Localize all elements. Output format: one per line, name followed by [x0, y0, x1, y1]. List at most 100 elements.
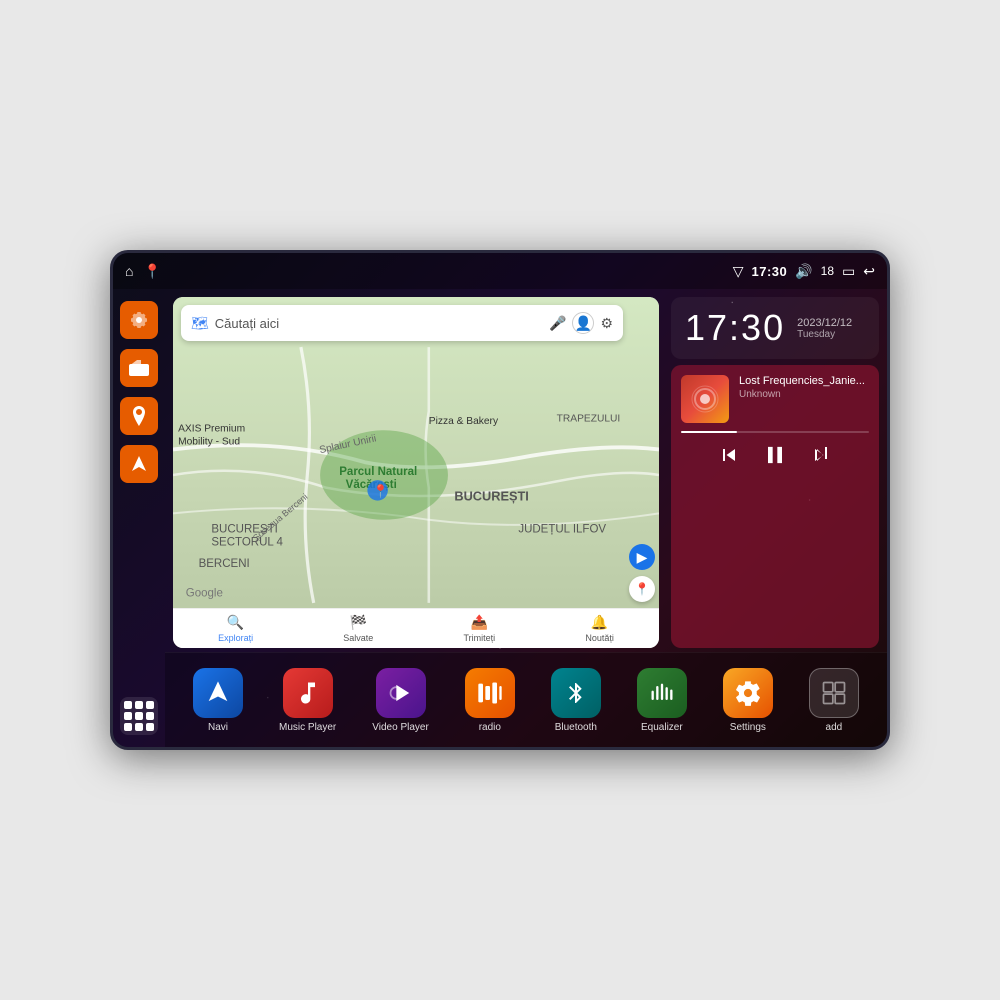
sidebar-settings-btn[interactable] [120, 301, 158, 339]
map-tab-explore-label: Explorați [218, 633, 253, 643]
sidebar-grid-btn[interactable] [120, 697, 158, 735]
battery-icon: ▭ [842, 263, 855, 280]
svg-text:Șoseaua Berceni: Șoseaua Berceni [251, 492, 310, 543]
sidebar-top [120, 301, 158, 483]
status-left: ⌂ 📍 [125, 263, 161, 280]
svg-text:📍: 📍 [373, 483, 389, 498]
wifi-icon: ▽ [733, 263, 744, 280]
status-time: 17:30 [751, 264, 787, 279]
map-background: 🗺 Căutați aici 🎤 👤 ⚙ [173, 297, 659, 648]
volume-icon[interactable]: 🔊 [795, 263, 812, 280]
status-bar: ⌂ 📍 ▽ 17:30 🔊 18 ▭ ↩ [113, 253, 887, 289]
send-icon: 📤 [471, 614, 488, 631]
app-item-bluetooth[interactable]: Bluetooth [545, 664, 607, 737]
music-info: Lost Frequencies_Janie... Unknown [681, 375, 869, 423]
app-icon-music-player [283, 668, 333, 718]
app-item-settings[interactable]: Settings [717, 664, 779, 737]
clock-date: 2023/12/12 Tuesday [797, 317, 852, 340]
svg-text:Google: Google [186, 588, 223, 600]
location-pin-icon[interactable]: 📍 [143, 263, 160, 280]
app-icon-settings [723, 668, 773, 718]
svg-text:Parcul Natural: Parcul Natural [339, 466, 417, 478]
app-icon-radio [465, 668, 515, 718]
sidebar-files-btn[interactable] [120, 349, 158, 387]
svg-text:BUCUREȘTI: BUCUREȘTI [454, 489, 528, 504]
app-grid: Navi Music Player [165, 652, 887, 747]
signal-strength: 18 [821, 264, 834, 278]
svg-text:SECTORUL 4: SECTORUL 4 [211, 536, 283, 548]
album-art-inner [681, 375, 729, 423]
map-area: 🗺 Căutați aici 🎤 👤 ⚙ [165, 289, 667, 652]
music-controls [681, 441, 869, 469]
play-pause-button[interactable] [761, 441, 789, 469]
explore-icon: 🔍 [227, 614, 244, 631]
app-label-equalizer: Equalizer [641, 722, 683, 733]
sidebar [113, 289, 165, 747]
music-progress-fill [681, 431, 737, 433]
next-button[interactable] [809, 443, 833, 467]
back-icon[interactable]: ↩ [863, 263, 875, 280]
music-title: Lost Frequencies_Janie... [739, 375, 869, 387]
map-tab-send[interactable]: 📤 Trimiteți [464, 614, 496, 643]
map-tab-news[interactable]: 🔔 Noutăți [585, 614, 614, 643]
upper-section: 🗺 Căutați aici 🎤 👤 ⚙ [165, 289, 887, 652]
profile-icon[interactable]: 👤 [572, 312, 594, 334]
app-item-equalizer[interactable]: Equalizer [631, 664, 693, 737]
app-label-radio: radio [479, 722, 501, 733]
music-details: Lost Frequencies_Janie... Unknown [739, 375, 869, 400]
car-head-unit: ⌂ 📍 ▽ 17:30 🔊 18 ▭ ↩ [110, 250, 890, 750]
app-item-video-player[interactable]: Video Player [366, 664, 435, 737]
app-label-navi: Navi [208, 722, 228, 733]
svg-text:AXIS Premium: AXIS Premium [178, 424, 245, 435]
music-player-widget: Lost Frequencies_Janie... Unknown [671, 365, 879, 648]
map-search-bar[interactable]: 🗺 Căutați aici 🎤 👤 ⚙ [181, 305, 623, 341]
app-label-add: add [826, 722, 843, 733]
svg-text:BERCENI: BERCENI [199, 558, 250, 570]
news-icon: 🔔 [591, 614, 608, 631]
app-item-navi[interactable]: Navi [187, 664, 249, 737]
app-label-bluetooth: Bluetooth [555, 722, 597, 733]
sidebar-maps-btn[interactable] [120, 397, 158, 435]
app-item-add[interactable]: add [803, 664, 865, 737]
app-label-video-player: Video Player [372, 722, 429, 733]
map-tab-send-label: Trimiteți [464, 633, 496, 643]
app-icon-add [809, 668, 859, 718]
app-item-radio[interactable]: radio [459, 664, 521, 737]
home-icon[interactable]: ⌂ [125, 263, 133, 279]
music-artist: Unknown [739, 389, 869, 400]
status-right: ▽ 17:30 🔊 18 ▭ ↩ [733, 263, 875, 280]
svg-text:Mobility - Sud: Mobility - Sud [178, 436, 240, 447]
album-art [681, 375, 729, 423]
map-tab-explore[interactable]: 🔍 Explorați [218, 614, 253, 643]
clock-date-text: 2023/12/12 [797, 317, 852, 329]
map-tab-saved[interactable]: 🏁 Salvate [343, 614, 373, 643]
svg-text:TRAPEZULUI: TRAPEZULUI [557, 413, 621, 424]
svg-text:JUDEȚUL ILFOV: JUDEȚUL ILFOV [518, 524, 606, 536]
right-panel: 17:30 2023/12/12 Tuesday [667, 289, 887, 652]
prev-button[interactable] [717, 443, 741, 467]
clock-day: Tuesday [797, 329, 852, 340]
map-tab-saved-label: Salvate [343, 633, 373, 643]
map-navigate-btn[interactable]: ▶ [629, 544, 655, 570]
app-item-music-player[interactable]: Music Player [273, 664, 342, 737]
map-tabs: 🔍 Explorați 🏁 Salvate 📤 Trimiteți [173, 608, 659, 648]
map-search-text: Căutați aici [215, 316, 543, 331]
sidebar-bottom [120, 697, 158, 735]
clock-time: 17:30 [685, 307, 785, 349]
app-icon-video-player [376, 668, 426, 718]
settings-dots-icon[interactable]: ⚙ [600, 315, 613, 332]
clock-widget: 17:30 2023/12/12 Tuesday [671, 297, 879, 359]
map-location-btn[interactable]: 📍 [629, 576, 655, 602]
map-container[interactable]: 🗺 Căutați aici 🎤 👤 ⚙ [173, 297, 659, 648]
mic-icon[interactable]: 🎤 [549, 315, 566, 332]
app-icon-bluetooth [551, 668, 601, 718]
app-icon-equalizer [637, 668, 687, 718]
svg-text:Pizza & Bakery: Pizza & Bakery [429, 416, 499, 427]
screen: ⌂ 📍 ▽ 17:30 🔊 18 ▭ ↩ [113, 253, 887, 747]
music-progress-bar[interactable] [681, 431, 869, 433]
main-content: 🗺 Căutați aici 🎤 👤 ⚙ [165, 289, 887, 747]
map-tab-news-label: Noutăți [585, 633, 614, 643]
sidebar-nav-btn[interactable] [120, 445, 158, 483]
saved-icon: 🏁 [350, 614, 367, 631]
map-roads-svg: AXIS Premium Mobility - Sud Pizza & Bake… [173, 342, 659, 608]
